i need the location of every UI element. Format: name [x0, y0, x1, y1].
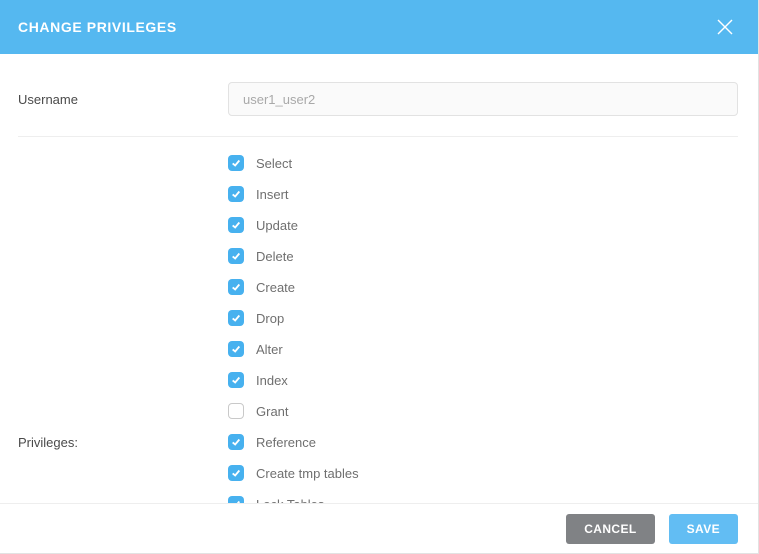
privilege-label: Reference — [256, 435, 316, 450]
check-icon — [231, 158, 241, 168]
privilege-checkbox[interactable] — [228, 217, 244, 233]
privilege-item[interactable]: Create tmp tables — [228, 465, 738, 481]
privilege-item[interactable]: Lock Tables — [228, 496, 738, 503]
username-input[interactable] — [228, 82, 738, 116]
check-icon — [231, 437, 241, 447]
check-icon — [231, 468, 241, 478]
privilege-item[interactable]: Insert — [228, 186, 738, 202]
check-icon — [231, 282, 241, 292]
privileges-list: Select Insert Update Delete Create Drop Alter I… — [228, 155, 738, 503]
privilege-label: Create tmp tables — [256, 466, 359, 481]
privileges-col: Select Insert Update Delete Create Drop Alter I… — [228, 155, 738, 503]
privilege-label: Drop — [256, 311, 284, 326]
privilege-item[interactable]: Alter — [228, 341, 738, 357]
check-icon — [231, 220, 241, 230]
privilege-label: Grant — [256, 404, 289, 419]
modal-footer: CANCEL SAVE — [0, 503, 758, 553]
privilege-item[interactable]: Reference — [228, 434, 738, 450]
close-icon — [716, 18, 734, 36]
privilege-label: Lock Tables — [256, 497, 324, 504]
modal-title: CHANGE PRIVILEGES — [18, 19, 177, 35]
check-icon — [231, 344, 241, 354]
username-row: Username — [18, 82, 738, 137]
privilege-checkbox[interactable] — [228, 155, 244, 171]
privilege-checkbox[interactable] — [228, 248, 244, 264]
privileges-label: Privileges: — [18, 155, 228, 450]
privilege-checkbox[interactable] — [228, 372, 244, 388]
username-label: Username — [18, 92, 228, 107]
modal-header: CHANGE PRIVILEGES — [0, 0, 758, 54]
privileges-row: Privileges: Select Insert Update Delete Crea… — [18, 155, 738, 503]
privilege-checkbox[interactable] — [228, 279, 244, 295]
privilege-label: Alter — [256, 342, 283, 357]
close-button[interactable] — [714, 16, 736, 38]
privilege-checkbox[interactable] — [228, 341, 244, 357]
privilege-checkbox[interactable] — [228, 186, 244, 202]
check-icon — [231, 313, 241, 323]
check-icon — [231, 189, 241, 199]
privilege-checkbox[interactable] — [228, 434, 244, 450]
privilege-label: Delete — [256, 249, 294, 264]
check-icon — [231, 251, 241, 261]
check-icon — [231, 499, 241, 503]
privilege-checkbox[interactable] — [228, 465, 244, 481]
username-field-col — [228, 82, 738, 116]
privilege-item[interactable]: Drop — [228, 310, 738, 326]
privilege-checkbox[interactable] — [228, 403, 244, 419]
privilege-item[interactable]: Index — [228, 372, 738, 388]
privilege-checkbox[interactable] — [228, 310, 244, 326]
privilege-item[interactable]: Update — [228, 217, 738, 233]
privilege-checkbox[interactable] — [228, 496, 244, 503]
privilege-item[interactable]: Delete — [228, 248, 738, 264]
save-button[interactable]: SAVE — [669, 514, 738, 544]
cancel-button[interactable]: CANCEL — [566, 514, 654, 544]
privilege-label: Select — [256, 156, 292, 171]
privilege-label: Update — [256, 218, 298, 233]
privilege-item[interactable]: Select — [228, 155, 738, 171]
modal-body-wrap: Username Privileges: Select Insert Update D… — [0, 54, 758, 503]
change-privileges-modal: CHANGE PRIVILEGES Username Privileges: S… — [0, 0, 759, 554]
modal-body[interactable]: Username Privileges: Select Insert Update D… — [0, 54, 758, 503]
privilege-item[interactable]: Create — [228, 279, 738, 295]
privilege-label: Create — [256, 280, 295, 295]
check-icon — [231, 375, 241, 385]
privilege-label: Insert — [256, 187, 289, 202]
privilege-item[interactable]: Grant — [228, 403, 738, 419]
privilege-label: Index — [256, 373, 288, 388]
